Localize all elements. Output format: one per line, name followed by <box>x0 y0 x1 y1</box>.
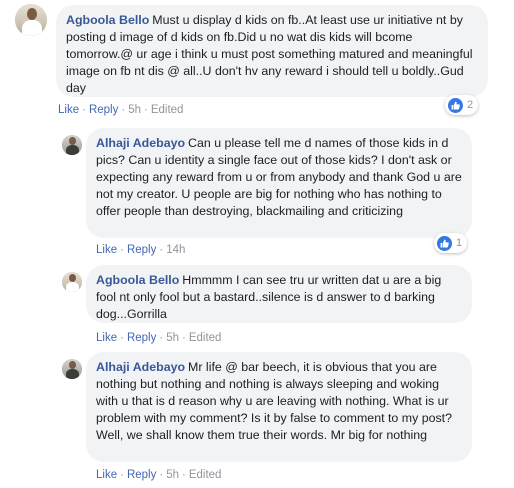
reaction-count-value: 1 <box>456 237 463 249</box>
comment-actions: Like · Reply · 5h · Edited <box>96 469 222 481</box>
like-link[interactable]: Like <box>58 104 79 116</box>
avatar[interactable] <box>15 4 47 36</box>
comment-bubble: Agboola Bello Hmmmm I can see tru ur writ… <box>86 265 472 323</box>
avatar[interactable] <box>62 272 82 292</box>
like-thumb-icon <box>437 235 452 251</box>
like-link[interactable]: Like <box>96 332 117 344</box>
reply-link[interactable]: Reply <box>89 104 118 116</box>
avatar[interactable] <box>62 359 82 379</box>
comment-actions: Like · Reply · 14h <box>96 244 186 256</box>
like-link[interactable]: Like <box>96 469 117 481</box>
comment-author[interactable]: Alhaji Adebayo <box>96 136 185 150</box>
edited-label[interactable]: Edited <box>189 332 222 344</box>
comment-actions: Like · Reply · 5h · Edited <box>96 332 222 344</box>
comment-actions: Like · Reply · 5h · Edited <box>58 104 184 116</box>
reaction-count-value: 2 <box>467 99 474 111</box>
comment-timestamp[interactable]: 5h <box>128 104 141 116</box>
comment-bubble: Agboola Bello Must u display d kids on fb… <box>56 5 488 97</box>
reply-link[interactable]: Reply <box>127 469 156 481</box>
comment-timestamp[interactable]: 14h <box>166 244 185 256</box>
comment-author[interactable]: Agboola Bello <box>96 273 179 287</box>
comment-timestamp[interactable]: 5h <box>166 469 179 481</box>
comment-author[interactable]: Agboola Bello <box>66 13 149 27</box>
like-link[interactable]: Like <box>96 244 117 256</box>
reply-link[interactable]: Reply <box>127 332 156 344</box>
reply-link[interactable]: Reply <box>127 244 156 256</box>
comment-bubble: Alhaji Adebayo Mr life @ bar beech, it is… <box>86 352 472 462</box>
reaction-count[interactable]: 2 <box>445 95 479 115</box>
like-thumb-icon <box>448 97 463 113</box>
comment-author[interactable]: Alhaji Adebayo <box>96 360 185 374</box>
reaction-count[interactable]: 1 <box>434 233 468 253</box>
edited-label[interactable]: Edited <box>189 469 222 481</box>
comment-bubble: Alhaji Adebayo Can u please tell me d nam… <box>86 128 472 238</box>
comment-timestamp[interactable]: 5h <box>166 332 179 344</box>
edited-label[interactable]: Edited <box>151 104 184 116</box>
avatar[interactable] <box>62 135 82 155</box>
